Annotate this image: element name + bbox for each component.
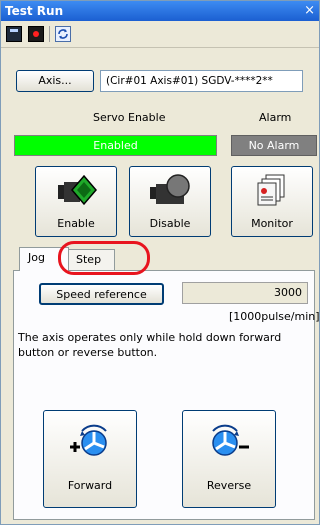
enable-button[interactable]: Enable	[35, 166, 117, 237]
forward-button[interactable]: Forward	[43, 410, 137, 508]
axis-button[interactable]: Axis...	[16, 70, 94, 92]
alarm-status-indicator: No Alarm	[231, 135, 317, 156]
title-bar: Test Run ×	[1, 1, 319, 21]
forward-label: Forward	[67, 479, 113, 492]
disable-label: Disable	[149, 217, 191, 230]
disable-button[interactable]: Disable	[129, 166, 211, 237]
monitor-icon	[257, 174, 285, 206]
jog-description: The axis operates only while hold down f…	[18, 331, 282, 359]
servo-status-indicator: Enabled	[14, 135, 217, 156]
toolbar-separator	[49, 26, 50, 42]
reverse-rotation-icon	[212, 424, 249, 456]
close-icon[interactable]: ×	[304, 1, 315, 21]
speed-unit-label: [1000pulse/min]	[229, 310, 320, 323]
tab-jog[interactable]: Jog	[19, 247, 69, 271]
speed-reference-button[interactable]: Speed reference	[39, 283, 164, 305]
speed-value-field: 3000	[182, 282, 308, 304]
servo-off-icon	[150, 174, 190, 204]
reverse-label: Reverse	[206, 479, 252, 492]
forward-rotation-icon	[70, 424, 107, 456]
servo-enable-label: Servo Enable	[93, 111, 166, 124]
axis-display: (Cir#01 Axis#01) SGDV-****2**	[100, 70, 303, 92]
monitor-button[interactable]: Monitor	[231, 166, 313, 237]
alarm-label: Alarm	[259, 111, 292, 124]
calculator-icon[interactable]	[6, 26, 22, 42]
reverse-button[interactable]: Reverse	[182, 410, 276, 508]
servo-on-icon	[58, 174, 97, 206]
monitor-label: Monitor	[251, 217, 293, 230]
toolbar	[1, 21, 319, 48]
window-title: Test Run	[5, 4, 64, 18]
test-run-panel: Test Run × Axis... (Cir#01 Axis#01) SGDV…	[0, 0, 320, 525]
enable-label: Enable	[57, 217, 95, 230]
record-icon[interactable]	[28, 26, 44, 42]
refresh-icon[interactable]	[55, 26, 71, 42]
tab-step[interactable]: Step	[67, 249, 115, 271]
